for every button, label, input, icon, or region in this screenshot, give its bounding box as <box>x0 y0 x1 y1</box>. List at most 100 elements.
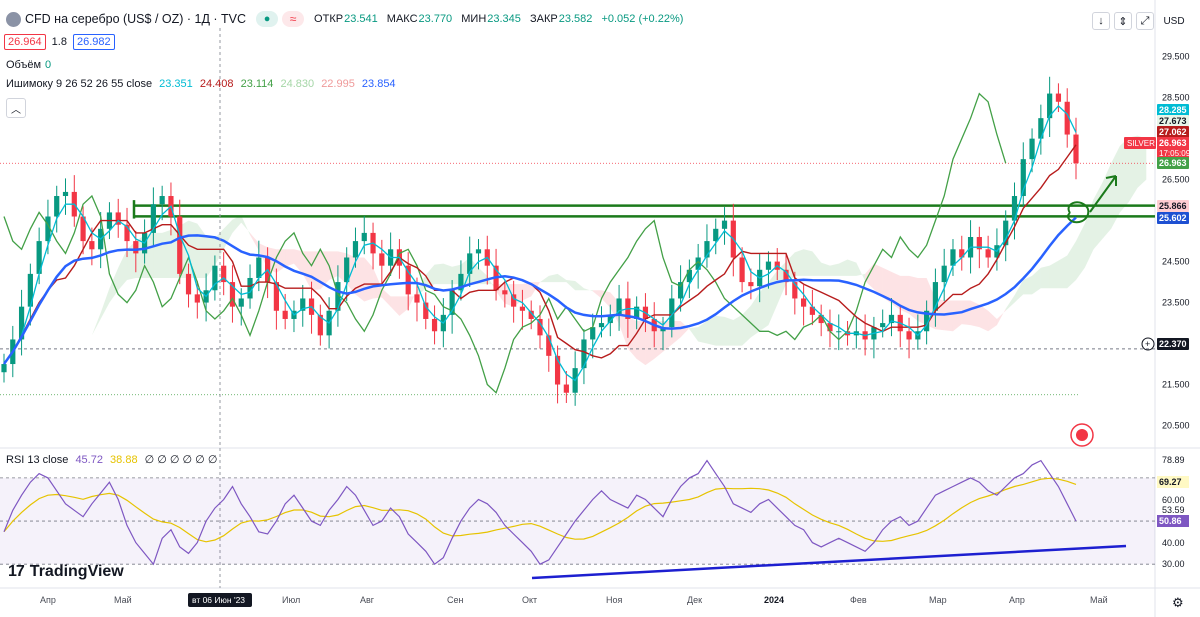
time-tick-label: 2024 <box>764 595 784 605</box>
rsi-ma-value: 38.88 <box>110 454 138 466</box>
tradingview-logo-icon: 17 <box>8 563 25 580</box>
time-tick-label: Апр <box>40 595 56 605</box>
ichimoku-cloud-segment <box>1005 295 1015 311</box>
ichimoku-cloud-segment <box>636 321 646 366</box>
download-button[interactable]: ↓ <box>1092 12 1110 30</box>
volume-legend[interactable]: Объём 0 <box>6 59 55 71</box>
fullscreen-button[interactable]: ⤢ <box>1136 12 1154 30</box>
candle-body <box>379 253 385 266</box>
price-label-text: 25.602 <box>1159 213 1187 223</box>
ohlc-open-label: ОТКР <box>314 13 344 25</box>
candle-body <box>941 265 947 283</box>
chart-title[interactable]: CFD на серебро (US$ / OZ) · 1Д · TVC <box>25 12 246 26</box>
ichimoku-cloud-segment <box>575 281 584 291</box>
ohlc-low-label: МИН <box>461 13 487 25</box>
ichimoku-cloud-segment <box>627 316 637 359</box>
candle-body <box>1011 196 1018 221</box>
market-status-icon[interactable]: ● <box>256 11 279 27</box>
time-tick-label: Июл <box>282 595 300 605</box>
spread-value: 1.8 <box>51 36 67 48</box>
ichimoku-cloud-segment <box>970 300 980 328</box>
price-label-text: 27.062 <box>1159 127 1187 137</box>
candle-body <box>133 241 139 254</box>
ichimoku-cloud-segment <box>838 259 848 276</box>
symbol-tag-text: SILVER <box>1127 139 1155 148</box>
ichimoku-cloud-segment <box>996 308 1006 326</box>
scale-button[interactable]: ⇕ <box>1114 12 1132 30</box>
candle-body <box>1 364 7 373</box>
ichimoku-cloud-segment <box>1032 267 1041 295</box>
ichimoku-cloud-segment <box>988 310 997 332</box>
candle-body <box>502 290 508 295</box>
gear-icon[interactable]: ⚙ <box>1172 595 1184 611</box>
chart-header: CFD на серебро (US$ / OZ) · 1Д · TVC ● ≈… <box>0 8 689 30</box>
ichimoku-cloud-segment <box>794 249 804 276</box>
ichimoku-cloud-segment <box>952 300 962 332</box>
ichimoku-cloud-segment <box>1040 265 1050 289</box>
ichimoku-cloud-segment <box>74 351 84 365</box>
ichimoku-cloud-segment <box>91 312 101 336</box>
chevron-up-icon: ︿ <box>11 104 21 116</box>
fullscreen-icon: ⤢ <box>1140 14 1150 27</box>
rsi-empty-values: ∅ ∅ ∅ ∅ ∅ ∅ <box>144 454 218 466</box>
ichimoku-cloud-segment <box>715 315 725 346</box>
ichimoku-value-2: 24.408 <box>199 78 234 90</box>
candle-body <box>475 249 482 254</box>
ohlc-values: ОТКР23.541 МАКС23.770 МИН23.345 ЗАКР23.5… <box>314 13 689 25</box>
ichimoku-cloud-segment <box>162 229 171 278</box>
price-tick-label: 26.500 <box>1162 175 1190 185</box>
candle-body <box>282 310 288 319</box>
chart-root: 29.500 28.500 26.500 24.500 23.500 21.500 20.5… <box>0 0 1200 617</box>
rsi-value: 45.72 <box>75 454 103 466</box>
collapse-legend-button[interactable]: ︿ <box>6 98 26 118</box>
currency-selector[interactable]: USD <box>1160 12 1188 30</box>
candle-body <box>713 228 719 242</box>
rsi-tick-label: 30.00 <box>1162 559 1185 569</box>
ichimoku-cloud-segment <box>812 251 822 276</box>
ichimoku-cloud-segment <box>355 257 365 302</box>
price-label-text: 26.963 <box>1159 138 1187 148</box>
ichimoku-cloud-segment <box>241 215 251 235</box>
price-label-text: 22.370 <box>1159 339 1187 349</box>
ichimoku-cloud-segment <box>689 327 699 342</box>
price-label-text: 27.673 <box>1159 116 1187 126</box>
candle-body <box>1073 134 1079 164</box>
candle-body <box>89 241 95 250</box>
ichimoku-cloud-segment <box>364 257 374 302</box>
price-label-text: 28.285 <box>1159 105 1187 115</box>
candle-body <box>1029 138 1035 160</box>
ichimoku-cloud-segment <box>232 215 242 233</box>
ohlc-open-value: 23.541 <box>344 13 378 25</box>
time-tick-label: Сен <box>447 595 464 605</box>
ichimoku-cloud-segment <box>733 314 743 346</box>
candle-body <box>361 232 367 242</box>
candle-body <box>801 298 807 307</box>
candle-body <box>906 331 912 340</box>
buy-button[interactable]: 26.982 <box>72 34 115 50</box>
ichimoku-legend[interactable]: Ишимоку 9 26 52 26 55 close 23.351 24.40… <box>6 78 400 90</box>
expand-icon: ⇕ <box>1118 15 1128 28</box>
rsi-legend[interactable]: RSI 13 close 45.72 38.88 ∅ ∅ ∅ ∅ ∅ ∅ <box>6 453 221 466</box>
ichimoku-cloud-segment <box>856 262 866 282</box>
ichimoku-cloud-segment <box>302 251 312 291</box>
rsi-tick-label: 60.00 <box>1162 495 1185 505</box>
countdown-text: 17:05:09 <box>1159 149 1191 158</box>
ichimoku-value-3: 23.114 <box>240 78 274 90</box>
ichimoku-cloud-segment <box>1076 223 1085 281</box>
ichimoku-cloud-segment <box>768 270 778 326</box>
ichimoku-cloud-segment <box>285 249 294 267</box>
sell-button[interactable]: 26.964 <box>4 34 46 50</box>
tradingview-logo[interactable]: 17 TradingView <box>8 563 124 581</box>
ichimoku-cloud-segment <box>1049 260 1059 289</box>
ichimoku-cloud-segment <box>759 282 769 332</box>
ichimoku-cloud-segment <box>250 232 259 251</box>
time-tick-label: Фев <box>850 595 867 605</box>
candle-body <box>581 339 587 369</box>
rsi-tick-label: 53.59 <box>1162 505 1185 515</box>
time-tick-label: Окт <box>522 595 537 605</box>
compare-icon[interactable]: ≈ <box>282 11 305 27</box>
candle-body <box>177 216 183 274</box>
ichimoku-cloud-segment <box>706 315 716 346</box>
ichimoku-cloud-segment <box>680 321 690 338</box>
candle-body <box>880 323 886 328</box>
